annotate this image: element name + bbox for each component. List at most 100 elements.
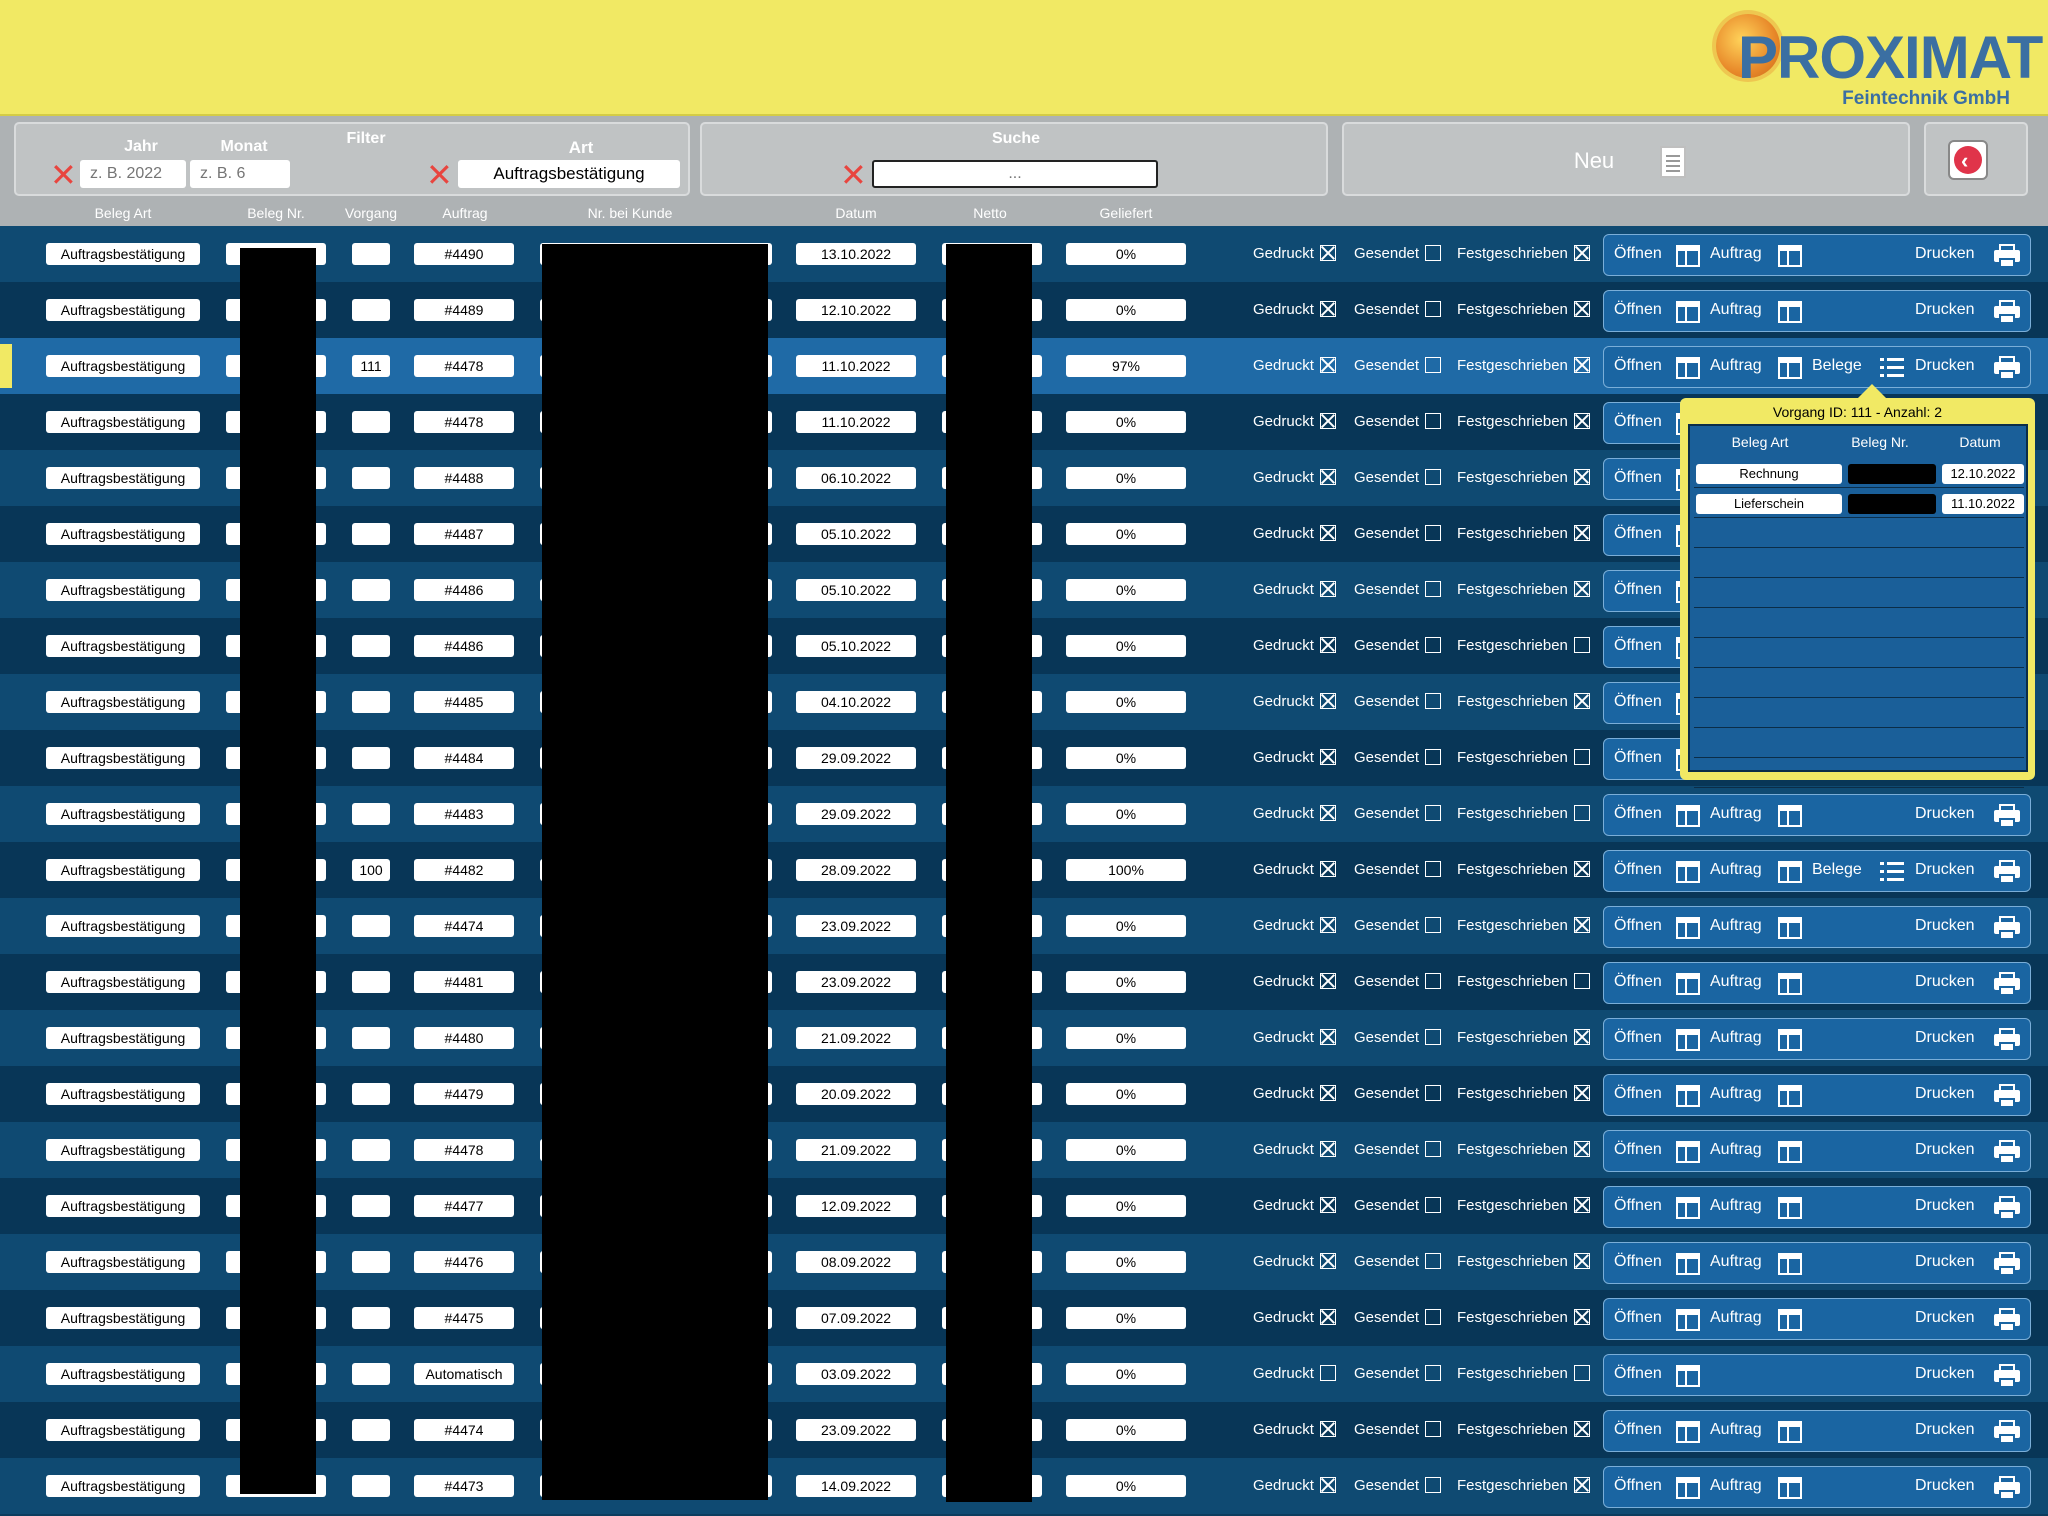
auftrag-button[interactable]: Auftrag <box>1710 357 1762 375</box>
datum-cell[interactable]: 12.10.2022 <box>796 299 916 321</box>
festgeschrieben-flag[interactable]: Festgeschrieben <box>1457 1363 1590 1385</box>
open-button[interactable]: Öffnen <box>1614 973 1662 991</box>
datum-cell[interactable]: 29.09.2022 <box>796 803 916 825</box>
gesendet-flag[interactable]: Gesendet <box>1354 243 1442 265</box>
gedruckt-flag[interactable]: Gedruckt <box>1253 915 1336 937</box>
window-icon[interactable] <box>1778 861 1802 883</box>
festgeschrieben-flag[interactable]: Festgeschrieben <box>1457 803 1590 825</box>
vorgang-cell[interactable] <box>352 579 390 601</box>
geliefert-cell[interactable]: 0% <box>1066 299 1186 321</box>
gedruckt-checkbox[interactable] <box>1319 301 1336 317</box>
datum-cell[interactable]: 08.09.2022 <box>796 1251 916 1273</box>
festgeschrieben-checkbox[interactable] <box>1573 917 1590 933</box>
festgeschrieben-checkbox[interactable] <box>1573 693 1590 709</box>
gesendet-checkbox[interactable] <box>1425 1309 1442 1325</box>
festgeschrieben-flag[interactable]: Festgeschrieben <box>1457 635 1590 657</box>
open-button[interactable]: Öffnen <box>1614 637 1662 655</box>
beleg-art-cell[interactable]: Auftragsbestätigung <box>46 1363 200 1385</box>
beleg-art-cell[interactable]: Auftragsbestätigung <box>46 1475 200 1497</box>
back-icon[interactable]: ‹ <box>1948 140 1988 180</box>
beleg-art-cell[interactable]: Auftragsbestätigung <box>46 579 200 601</box>
print-button[interactable]: Drucken <box>1915 861 1975 879</box>
vorgang-cell[interactable] <box>352 1027 390 1049</box>
gesendet-checkbox[interactable] <box>1425 973 1442 989</box>
window-icon[interactable] <box>1676 1421 1700 1443</box>
open-button[interactable]: Öffnen <box>1614 469 1662 487</box>
print-button[interactable]: Drucken <box>1915 1253 1975 1271</box>
jahr-input[interactable] <box>80 160 186 188</box>
gesendet-flag[interactable]: Gesendet <box>1354 1251 1442 1273</box>
festgeschrieben-flag[interactable]: Festgeschrieben <box>1457 355 1590 377</box>
clear-search-icon[interactable]: ✕ <box>840 159 867 191</box>
gedruckt-flag[interactable]: Gedruckt <box>1253 1363 1336 1385</box>
open-button[interactable]: Öffnen <box>1614 301 1662 319</box>
festgeschrieben-checkbox[interactable] <box>1573 413 1590 429</box>
auftrag-button[interactable]: Auftrag <box>1710 973 1762 991</box>
printer-icon[interactable] <box>1994 1308 2020 1332</box>
printer-icon[interactable] <box>1994 1420 2020 1444</box>
window-icon[interactable] <box>1676 973 1700 995</box>
clear-art-icon[interactable]: ✕ <box>426 159 453 191</box>
beleg-art-cell[interactable]: Auftragsbestätigung <box>46 1195 200 1217</box>
auftrag-cell[interactable]: #4486 <box>414 635 514 657</box>
monat-input[interactable] <box>190 160 290 188</box>
auftrag-button[interactable]: Auftrag <box>1710 1309 1762 1327</box>
festgeschrieben-checkbox[interactable] <box>1573 861 1590 877</box>
list-icon[interactable] <box>1880 357 1904 379</box>
festgeschrieben-checkbox[interactable] <box>1573 1309 1590 1325</box>
festgeschrieben-checkbox[interactable] <box>1573 1141 1590 1157</box>
window-icon[interactable] <box>1778 357 1802 379</box>
festgeschrieben-checkbox[interactable] <box>1573 1365 1590 1381</box>
window-icon[interactable] <box>1676 357 1700 379</box>
vorgang-cell[interactable] <box>352 299 390 321</box>
gesendet-flag[interactable]: Gesendet <box>1354 635 1442 657</box>
gesendet-checkbox[interactable] <box>1425 1029 1442 1045</box>
beleg-art-cell[interactable]: Auftragsbestätigung <box>46 467 200 489</box>
gedruckt-flag[interactable]: Gedruckt <box>1253 859 1336 881</box>
gedruckt-flag[interactable]: Gedruckt <box>1253 747 1336 769</box>
datum-cell[interactable]: 20.09.2022 <box>796 1083 916 1105</box>
vorgang-cell[interactable] <box>352 1251 390 1273</box>
datum-cell[interactable]: 05.10.2022 <box>796 523 916 545</box>
print-button[interactable]: Drucken <box>1915 917 1975 935</box>
print-button[interactable]: Drucken <box>1915 1309 1975 1327</box>
festgeschrieben-flag[interactable]: Festgeschrieben <box>1457 859 1590 881</box>
geliefert-cell[interactable]: 0% <box>1066 1475 1186 1497</box>
gedruckt-checkbox[interactable] <box>1319 973 1336 989</box>
festgeschrieben-flag[interactable]: Festgeschrieben <box>1457 1307 1590 1329</box>
printer-icon[interactable] <box>1994 1364 2020 1388</box>
vorgang-cell[interactable] <box>352 1139 390 1161</box>
gedruckt-flag[interactable]: Gedruckt <box>1253 691 1336 713</box>
gesendet-checkbox[interactable] <box>1425 357 1442 373</box>
window-icon[interactable] <box>1676 861 1700 883</box>
gesendet-flag[interactable]: Gesendet <box>1354 523 1442 545</box>
festgeschrieben-checkbox[interactable] <box>1573 637 1590 653</box>
gesendet-checkbox[interactable] <box>1425 749 1442 765</box>
festgeschrieben-flag[interactable]: Festgeschrieben <box>1457 467 1590 489</box>
auftrag-cell[interactable]: #4476 <box>414 1251 514 1273</box>
open-button[interactable]: Öffnen <box>1614 749 1662 767</box>
printer-icon[interactable] <box>1994 1476 2020 1500</box>
beleg-art-cell[interactable]: Auftragsbestätigung <box>46 635 200 657</box>
gesendet-checkbox[interactable] <box>1425 1365 1442 1381</box>
gesendet-checkbox[interactable] <box>1425 581 1442 597</box>
window-icon[interactable] <box>1676 805 1700 827</box>
auftrag-button[interactable]: Auftrag <box>1710 805 1762 823</box>
datum-cell[interactable]: 07.09.2022 <box>796 1307 916 1329</box>
festgeschrieben-flag[interactable]: Festgeschrieben <box>1457 411 1590 433</box>
vorgang-cell[interactable] <box>352 411 390 433</box>
gedruckt-flag[interactable]: Gedruckt <box>1253 803 1336 825</box>
datum-cell[interactable]: 11.10.2022 <box>796 355 916 377</box>
gesendet-checkbox[interactable] <box>1425 301 1442 317</box>
datum-cell[interactable]: 06.10.2022 <box>796 467 916 489</box>
vorgang-cell[interactable] <box>352 1307 390 1329</box>
festgeschrieben-flag[interactable]: Festgeschrieben <box>1457 523 1590 545</box>
print-button[interactable]: Drucken <box>1915 1365 1975 1383</box>
auftrag-button[interactable]: Auftrag <box>1710 1029 1762 1047</box>
window-icon[interactable] <box>1778 1197 1802 1219</box>
gedruckt-flag[interactable]: Gedruckt <box>1253 1027 1336 1049</box>
beleg-art-cell[interactable]: Auftragsbestätigung <box>46 1251 200 1273</box>
auftrag-button[interactable]: Auftrag <box>1710 1421 1762 1439</box>
gesendet-checkbox[interactable] <box>1425 1197 1442 1213</box>
gesendet-flag[interactable]: Gesendet <box>1354 1139 1442 1161</box>
